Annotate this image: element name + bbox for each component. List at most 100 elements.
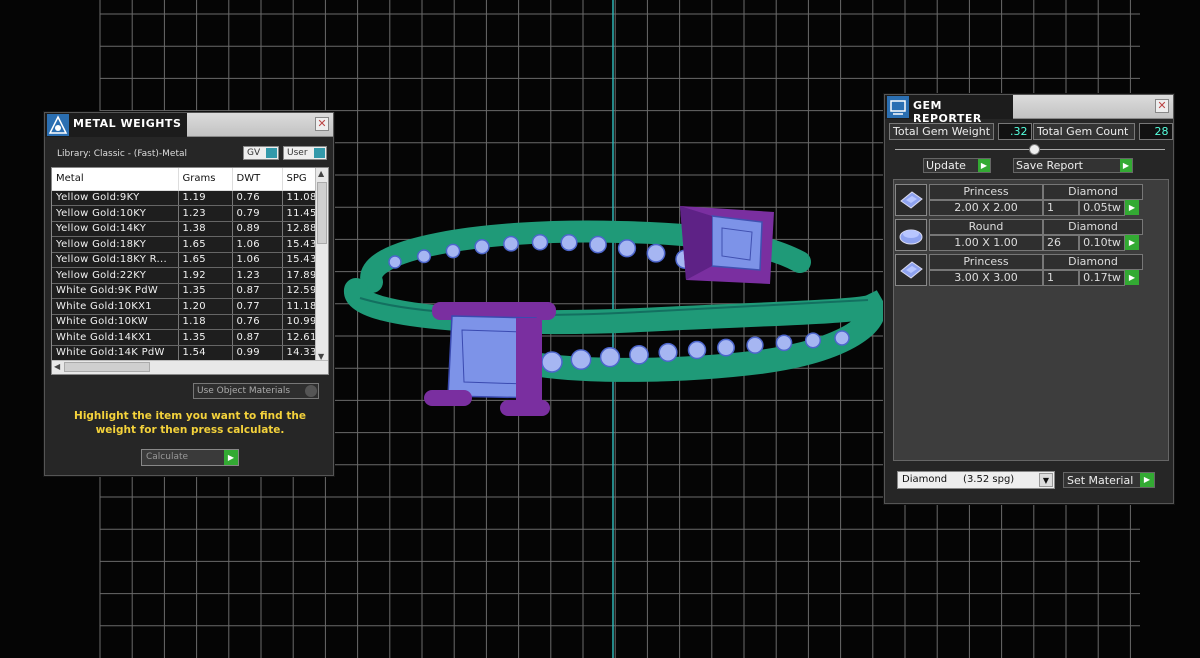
- metal-table-horizontal-scrollbar[interactable]: ◀: [52, 360, 328, 374]
- save-report-button[interactable]: Save Report ▶: [1013, 158, 1133, 173]
- table-cell: 15.43: [282, 236, 317, 253]
- gem-reporter-titlebar[interactable]: GEM REPORTER ✕: [885, 95, 1173, 125]
- calculate-button[interactable]: Calculate ▶: [141, 449, 239, 466]
- gem-row[interactable]: Round Diamond 1.00 X 1.00 26 0.10tw ▶: [895, 219, 1170, 251]
- gem-shape: Princess: [929, 184, 1043, 200]
- table-cell: 1.23: [178, 205, 233, 222]
- table-cell: 1.20: [178, 298, 233, 315]
- calculate-button-label: Calculate: [146, 452, 189, 462]
- table-row[interactable]: Yellow Gold:18KY 1.65 1.06 15.43: [52, 236, 317, 253]
- ring-model[interactable]: [344, 206, 886, 416]
- user-toggle[interactable]: User: [283, 146, 327, 160]
- calculate-hint: Highlight the item you want to find the …: [74, 410, 306, 436]
- table-cell: 12.59: [282, 283, 317, 299]
- table-cell: 12.88: [282, 221, 317, 237]
- set-material-button[interactable]: Set Material ▶: [1063, 472, 1155, 488]
- table-row[interactable]: White Gold:10KW 1.18 0.76 10.99: [52, 314, 317, 330]
- update-button-label: Update: [926, 159, 966, 172]
- gem-material: Diamond: [1043, 219, 1143, 235]
- table-cell: 11.45: [282, 205, 317, 222]
- gem-reporter-icon: [887, 96, 909, 118]
- gem-count: 26: [1043, 235, 1079, 251]
- scroll-up-icon[interactable]: ▲: [318, 169, 324, 178]
- table-row[interactable]: White Gold:10KX1 1.20 0.77 11.18: [52, 298, 317, 315]
- slider-knob[interactable]: [1029, 144, 1040, 155]
- gem-reporter-close-button[interactable]: ✕: [1155, 99, 1169, 113]
- column-header-dwt[interactable]: DWT: [232, 168, 283, 191]
- table-cell: Yellow Gold:10KY: [52, 205, 179, 222]
- play-arrow-icon: ▶: [1120, 159, 1132, 172]
- play-arrow-icon: ▶: [978, 159, 990, 172]
- save-report-button-label: Save Report: [1016, 159, 1083, 172]
- table-cell: Yellow Gold:18KY: [52, 236, 179, 253]
- gem-shape: Princess: [929, 254, 1043, 270]
- play-arrow-icon: ▶: [224, 450, 238, 465]
- gem-material: Diamond: [1043, 254, 1143, 270]
- table-cell: 1.06: [232, 252, 283, 268]
- metal-weights-title: METAL WEIGHTS: [73, 117, 182, 130]
- metal-table[interactable]: Metal Grams DWT SPG Yellow Gold:9KY 1.19 0…: [51, 167, 329, 375]
- gem-material: Diamond: [1043, 184, 1143, 200]
- table-row[interactable]: White Gold:14KX1 1.35 0.87 12.61: [52, 329, 317, 346]
- table-row[interactable]: Yellow Gold:14KY 1.38 0.89 12.88: [52, 221, 317, 237]
- table-cell: Yellow Gold:18KY R...: [52, 252, 179, 268]
- scroll-left-icon[interactable]: ◀: [54, 362, 60, 371]
- gem-select-button[interactable]: ▶: [1125, 270, 1139, 285]
- metal-table-vertical-scrollbar[interactable]: ▲ ▼: [315, 168, 328, 362]
- table-row[interactable]: Yellow Gold:10KY 1.23 0.79 11.45: [52, 205, 317, 222]
- total-gem-weight-label: Total Gem Weight: [889, 123, 994, 140]
- gem-list[interactable]: Princess Diamond 2.00 X 2.00 1 0.05tw ▶ Round D…: [893, 179, 1169, 461]
- gem-count: 1: [1043, 270, 1079, 286]
- round-gem-icon: [895, 219, 927, 251]
- table-cell: 1.54: [178, 345, 233, 361]
- material-select-value: Diamond (3.52 spg): [902, 474, 1015, 485]
- gem-select-button[interactable]: ▶: [1125, 235, 1139, 250]
- material-select[interactable]: Diamond (3.52 spg) ▼: [897, 471, 1055, 489]
- princess-setting-bottom[interactable]: [424, 302, 556, 416]
- table-row[interactable]: Yellow Gold:22KY 1.92 1.23 17.89: [52, 267, 317, 284]
- gem-select-button[interactable]: ▶: [1125, 200, 1139, 215]
- table-cell: 15.43: [282, 252, 317, 268]
- princess-setting-top[interactable]: [680, 206, 774, 284]
- update-button[interactable]: Update ▶: [923, 158, 991, 173]
- table-row[interactable]: White Gold:14K PdW 1.54 0.99 14.33: [52, 345, 317, 361]
- gem-row[interactable]: Princess Diamond 3.00 X 3.00 1 0.17tw ▶: [895, 254, 1170, 286]
- table-cell: 1.23: [232, 267, 283, 284]
- gem-reporter-title: GEM REPORTER: [913, 99, 982, 125]
- column-header-metal[interactable]: Metal: [52, 168, 179, 191]
- horizontal-scroll-thumb[interactable]: [64, 362, 150, 372]
- metal-weights-titlebar[interactable]: METAL WEIGHTS ✕: [45, 113, 333, 137]
- total-gem-weight-value: .32: [997, 123, 1032, 140]
- table-cell: 11.18: [282, 298, 317, 315]
- chevron-down-icon: ▼: [1039, 473, 1053, 487]
- table-cell: White Gold:10KX1: [52, 298, 179, 315]
- gem-size: 1.00 X 1.00: [929, 235, 1043, 251]
- column-header-spg[interactable]: SPG: [282, 168, 317, 191]
- table-cell: 1.38: [178, 221, 233, 237]
- table-cell: 1.35: [178, 283, 233, 299]
- table-cell: 1.06: [232, 236, 283, 253]
- gem-weight: 0.17tw: [1079, 270, 1125, 286]
- gem-count: 1: [1043, 200, 1079, 216]
- gem-row[interactable]: Princess Diamond 2.00 X 2.00 1 0.05tw ▶: [895, 184, 1170, 216]
- table-cell: 0.76: [232, 190, 283, 206]
- table-row[interactable]: Yellow Gold:18KY R... 1.65 1.06 15.43: [52, 252, 317, 268]
- total-gem-weight-field: Total Gem Weight .32: [889, 123, 1032, 140]
- library-label: Library: Classic - (Fast)-Metal: [57, 149, 188, 159]
- gem-weight: 0.05tw: [1079, 200, 1125, 216]
- table-cell: 0.87: [232, 329, 283, 346]
- gem-size: 3.00 X 3.00: [929, 270, 1043, 286]
- vertical-scroll-thumb[interactable]: [317, 182, 327, 244]
- table-cell: 11.08: [282, 190, 317, 206]
- use-object-materials-dropdown[interactable]: Use Object Materials: [193, 383, 319, 399]
- gv-toggle[interactable]: GV: [243, 146, 279, 160]
- gem-shape: Round: [929, 219, 1043, 235]
- set-material-button-label: Set Material: [1067, 474, 1134, 487]
- gem-reporter-panel: GEM REPORTER ✕ Total Gem Weight .32 Tota…: [884, 94, 1174, 504]
- column-header-grams[interactable]: Grams: [178, 168, 233, 191]
- table-row[interactable]: White Gold:9K PdW 1.35 0.87 12.59: [52, 283, 317, 299]
- table-row[interactable]: Yellow Gold:9KY 1.19 0.76 11.08: [52, 190, 317, 206]
- metal-weights-close-button[interactable]: ✕: [315, 117, 329, 131]
- report-slider[interactable]: [895, 144, 1165, 155]
- total-gem-count-label: Total Gem Count: [1033, 123, 1135, 140]
